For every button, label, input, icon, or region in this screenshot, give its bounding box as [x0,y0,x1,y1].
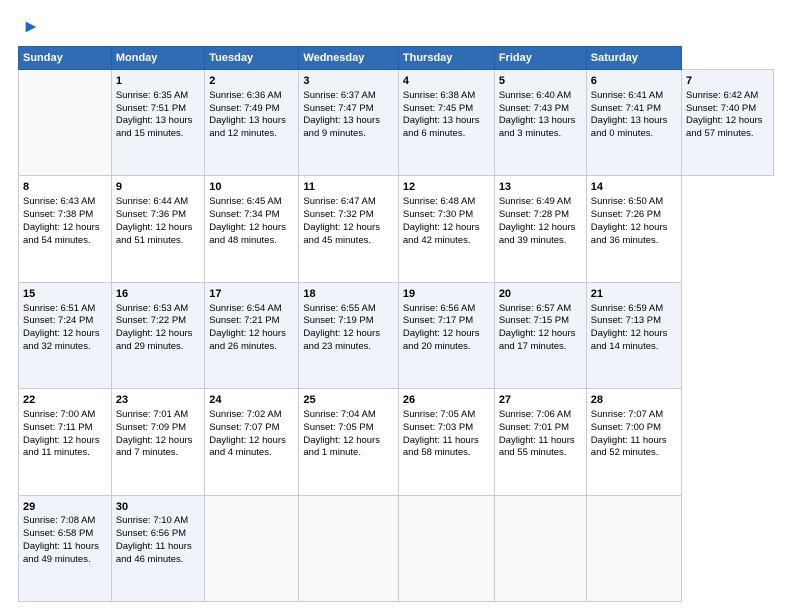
calendar-week-row: 8Sunrise: 6:43 AMSunset: 7:38 PMDaylight… [19,176,774,282]
calendar-cell: 23Sunrise: 7:01 AMSunset: 7:09 PMDayligh… [111,389,204,495]
calendar-cell [398,495,494,601]
calendar-cell: 25Sunrise: 7:04 AMSunset: 7:05 PMDayligh… [299,389,399,495]
calendar-cell [205,495,299,601]
empty-cell [19,70,112,176]
logo-icon [22,18,40,36]
calendar-day-header: Tuesday [205,47,299,70]
calendar-cell: 11Sunrise: 6:47 AMSunset: 7:32 PMDayligh… [299,176,399,282]
calendar-cell [494,495,586,601]
calendar-cell: 5Sunrise: 6:40 AMSunset: 7:43 PMDaylight… [494,70,586,176]
calendar-cell [586,495,681,601]
calendar-cell: 30Sunrise: 7:10 AMSunset: 6:56 PMDayligh… [111,495,204,601]
calendar-cell: 20Sunrise: 6:57 AMSunset: 7:15 PMDayligh… [494,282,586,388]
calendar-day-header: Sunday [19,47,112,70]
calendar-cell: 27Sunrise: 7:06 AMSunset: 7:01 PMDayligh… [494,389,586,495]
calendar-cell: 10Sunrise: 6:45 AMSunset: 7:34 PMDayligh… [205,176,299,282]
calendar-cell: 17Sunrise: 6:54 AMSunset: 7:21 PMDayligh… [205,282,299,388]
calendar-day-header: Saturday [586,47,681,70]
calendar-week-row: 15Sunrise: 6:51 AMSunset: 7:24 PMDayligh… [19,282,774,388]
calendar-cell: 2Sunrise: 6:36 AMSunset: 7:49 PMDaylight… [205,70,299,176]
calendar-table: SundayMondayTuesdayWednesdayThursdayFrid… [18,46,774,602]
calendar-day-header: Monday [111,47,204,70]
page-header [18,18,774,36]
calendar-cell: 12Sunrise: 6:48 AMSunset: 7:30 PMDayligh… [398,176,494,282]
calendar-cell: 26Sunrise: 7:05 AMSunset: 7:03 PMDayligh… [398,389,494,495]
calendar-cell: 24Sunrise: 7:02 AMSunset: 7:07 PMDayligh… [205,389,299,495]
logo [18,18,40,36]
calendar-cell: 9Sunrise: 6:44 AMSunset: 7:36 PMDaylight… [111,176,204,282]
calendar-cell: 21Sunrise: 6:59 AMSunset: 7:13 PMDayligh… [586,282,681,388]
calendar-cell: 28Sunrise: 7:07 AMSunset: 7:00 PMDayligh… [586,389,681,495]
calendar-cell: 8Sunrise: 6:43 AMSunset: 7:38 PMDaylight… [19,176,112,282]
calendar-cell: 29Sunrise: 7:08 AMSunset: 6:58 PMDayligh… [19,495,112,601]
calendar-cell: 22Sunrise: 7:00 AMSunset: 7:11 PMDayligh… [19,389,112,495]
calendar-cell: 6Sunrise: 6:41 AMSunset: 7:41 PMDaylight… [586,70,681,176]
calendar-cell: 3Sunrise: 6:37 AMSunset: 7:47 PMDaylight… [299,70,399,176]
calendar-week-row: 1Sunrise: 6:35 AMSunset: 7:51 PMDaylight… [19,70,774,176]
calendar-cell: 14Sunrise: 6:50 AMSunset: 7:26 PMDayligh… [586,176,681,282]
calendar-week-row: 29Sunrise: 7:08 AMSunset: 6:58 PMDayligh… [19,495,774,601]
calendar-cell: 15Sunrise: 6:51 AMSunset: 7:24 PMDayligh… [19,282,112,388]
calendar-cell: 19Sunrise: 6:56 AMSunset: 7:17 PMDayligh… [398,282,494,388]
calendar-cell: 7Sunrise: 6:42 AMSunset: 7:40 PMDaylight… [681,70,773,176]
calendar-cell: 18Sunrise: 6:55 AMSunset: 7:19 PMDayligh… [299,282,399,388]
calendar-day-header: Friday [494,47,586,70]
calendar-cell: 4Sunrise: 6:38 AMSunset: 7:45 PMDaylight… [398,70,494,176]
calendar-week-row: 22Sunrise: 7:00 AMSunset: 7:11 PMDayligh… [19,389,774,495]
calendar-cell: 13Sunrise: 6:49 AMSunset: 7:28 PMDayligh… [494,176,586,282]
calendar-cell [299,495,399,601]
calendar-header-row: SundayMondayTuesdayWednesdayThursdayFrid… [19,47,774,70]
calendar-day-header: Wednesday [299,47,399,70]
calendar-day-header: Thursday [398,47,494,70]
calendar-cell: 16Sunrise: 6:53 AMSunset: 7:22 PMDayligh… [111,282,204,388]
calendar-cell: 1Sunrise: 6:35 AMSunset: 7:51 PMDaylight… [111,70,204,176]
